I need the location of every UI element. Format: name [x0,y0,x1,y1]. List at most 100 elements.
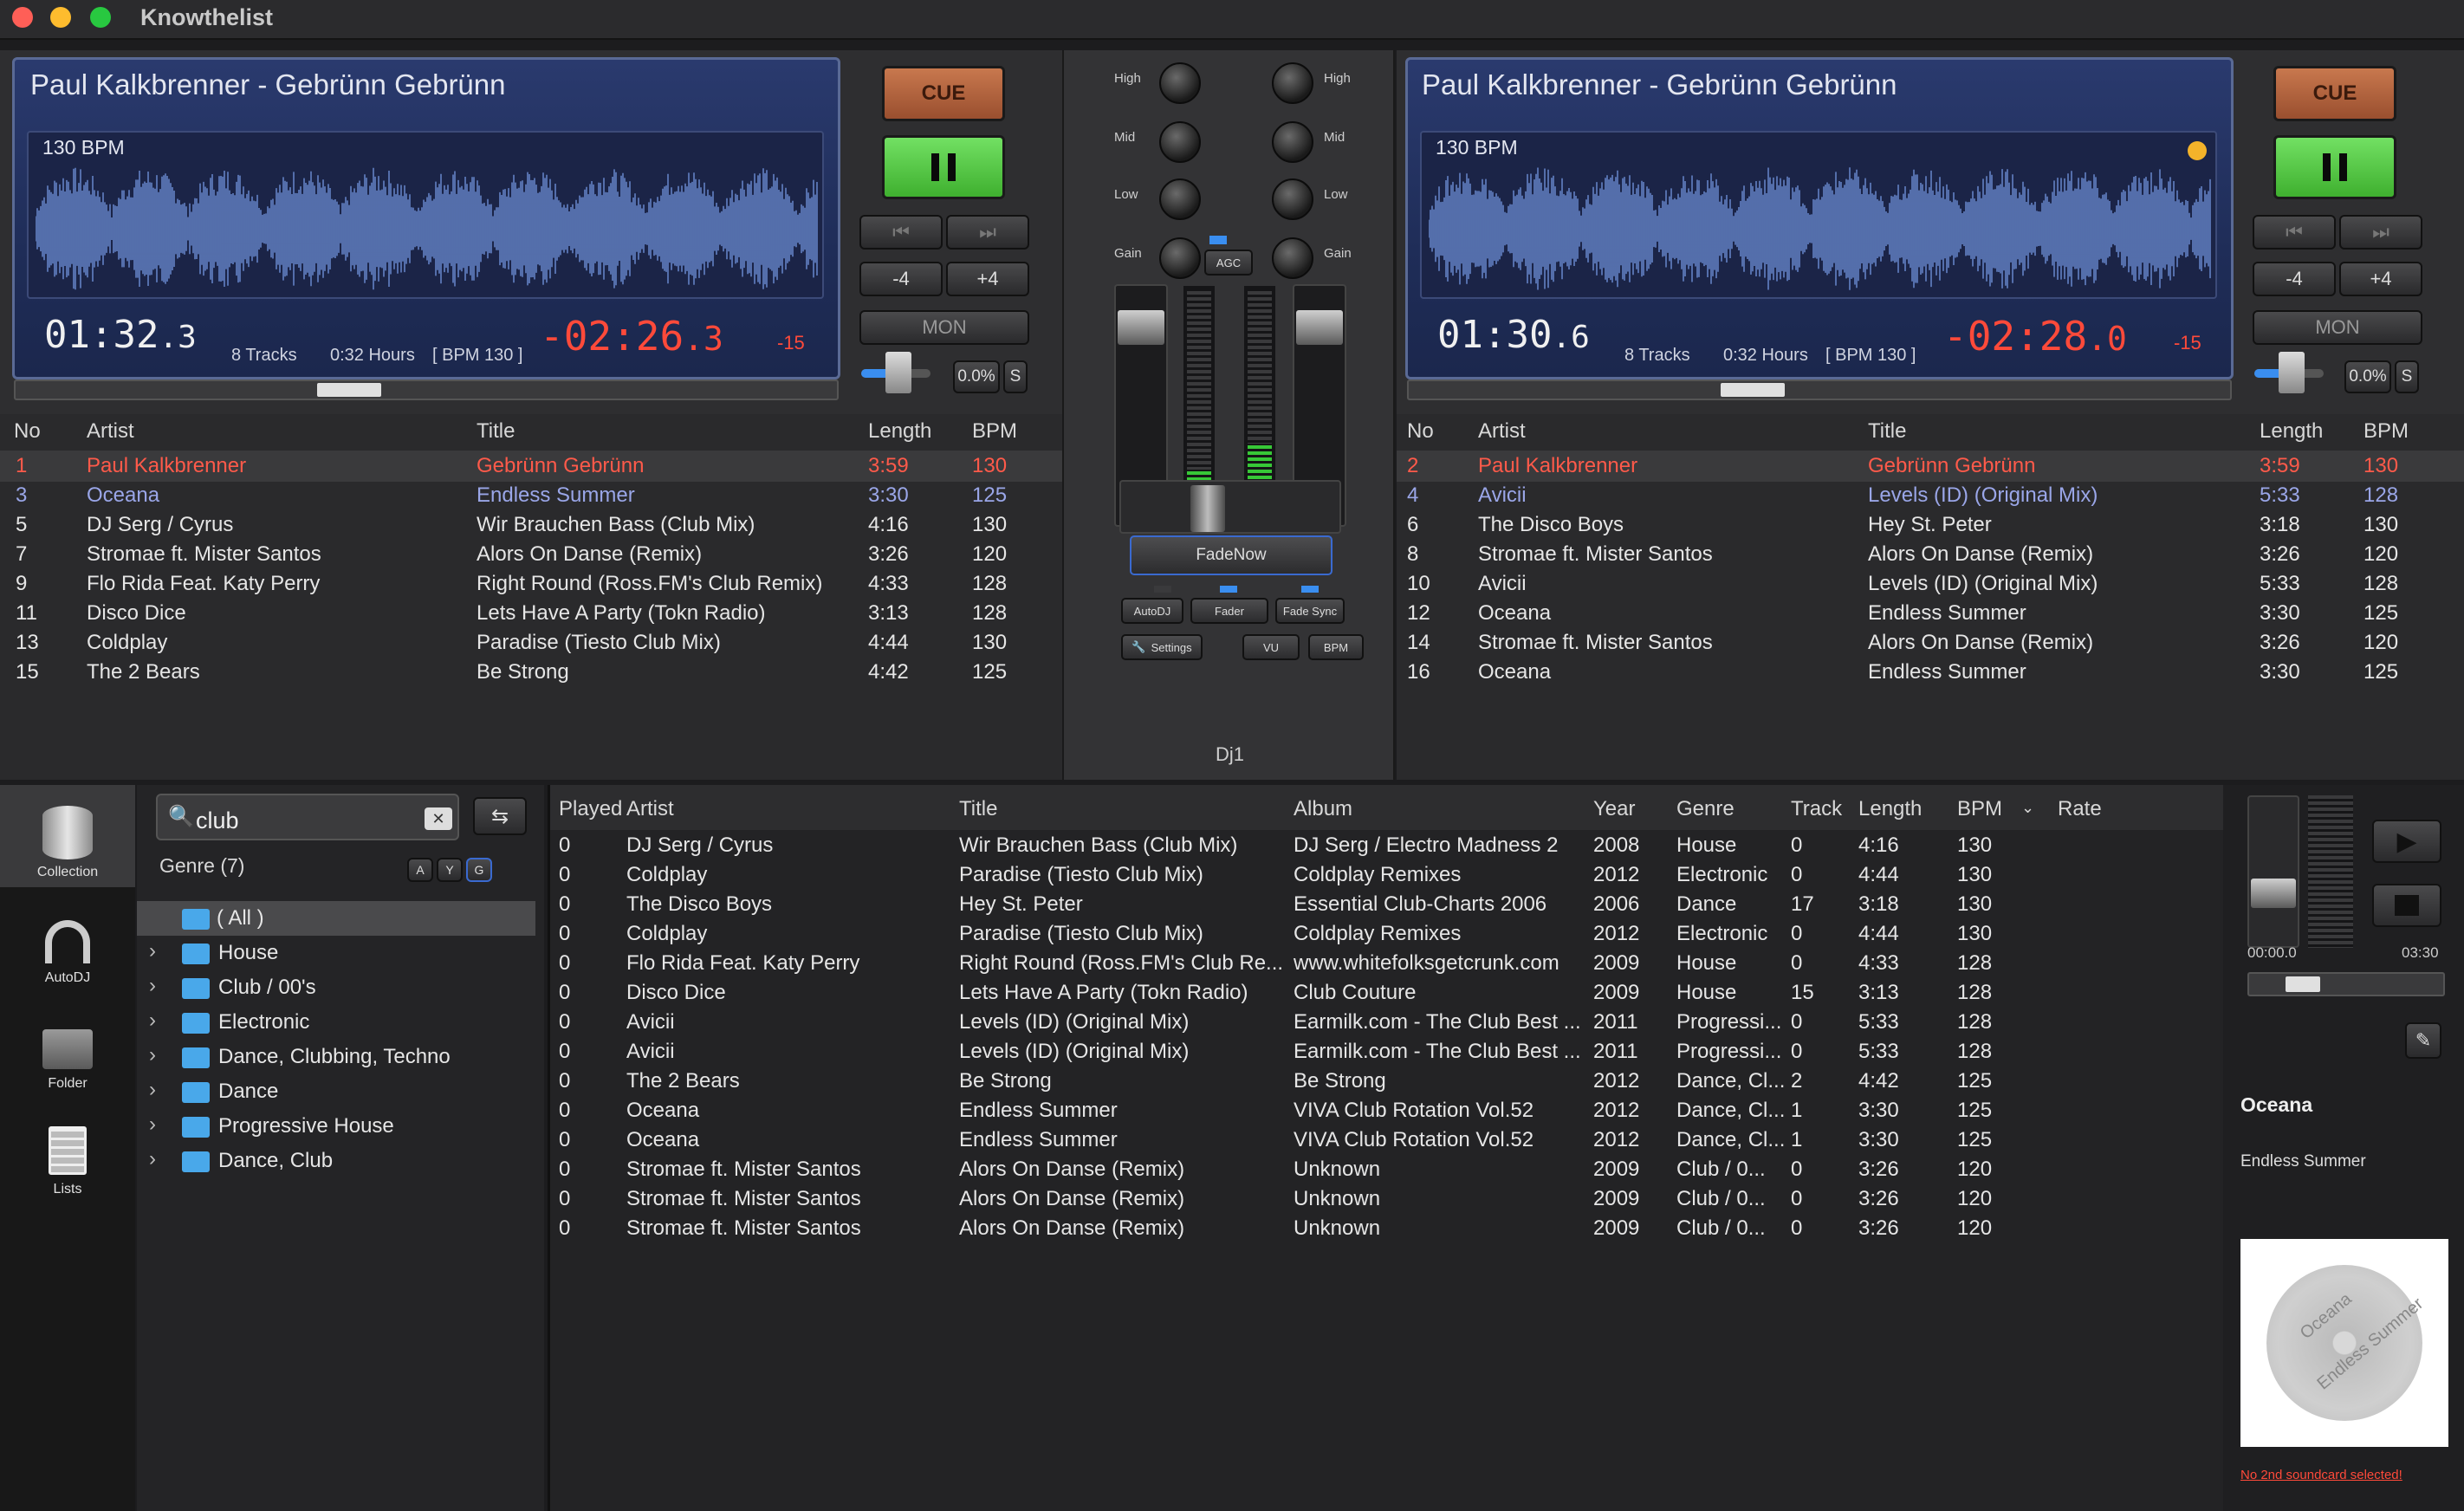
deck-1-pause-button[interactable] [882,135,1005,199]
deck-1-sync-button[interactable]: S [1003,360,1028,393]
ch1-mid-knob[interactable] [1159,121,1201,163]
col-length[interactable]: Length [2260,419,2323,444]
playlist-row[interactable]: 8 Stromae ft. Mister Santos Alors On Danse… [1397,542,2454,572]
preview-pick-button[interactable]: ✎ [2405,1022,2441,1059]
sidebar-item-autodj[interactable]: AutoDJ [0,891,135,993]
shuffle-button[interactable]: ⇆ [473,797,527,835]
sidebar-item-lists[interactable]: Lists [0,1102,135,1204]
col-rate[interactable]: Rate [2058,797,2102,821]
col-length[interactable]: Length [868,419,931,444]
preview-position-scrollbar[interactable] [2247,972,2445,996]
genre-item[interactable]: › Progressive House [137,1109,535,1144]
deck-1-waveform[interactable]: 130 BPM [27,131,824,299]
col-no[interactable]: No [14,419,41,444]
ch2-low-knob[interactable] [1272,178,1313,220]
clear-search-icon[interactable]: ✕ [425,807,452,830]
playlist-row[interactable]: 6 The Disco Boys Hey St. Peter 3:18 130 [1397,513,2454,542]
deck-1-pitch-minus-button[interactable]: -4 [859,262,943,296]
scrollbar-thumb[interactable] [1721,383,1785,397]
genre-item[interactable]: › Dance, Club [137,1144,535,1178]
playlist-row[interactable]: 15 The 2 Bears Be Strong 4:42 125 [0,660,1057,690]
sort-g-button[interactable]: G [466,858,492,882]
col-album[interactable]: Album [1294,797,1352,821]
scrollbar-thumb[interactable] [317,383,381,397]
bpm-button[interactable]: BPM [1308,634,1364,660]
col-bpm[interactable]: BPM [1957,797,2002,821]
preview-play-button[interactable]: ▶ [2372,820,2441,863]
chevron-right-icon[interactable]: › [149,1043,156,1067]
col-no[interactable]: No [1407,419,1434,444]
genre-item[interactable]: › Electronic [137,1005,535,1040]
preview-volume-slider[interactable] [2247,795,2299,948]
agc-button[interactable]: AGC [1204,250,1253,276]
sort-y-button[interactable]: Y [437,858,463,882]
crossfader[interactable] [1119,480,1341,534]
scrollbar-thumb[interactable] [2286,976,2320,992]
library-row[interactable]: 0 Oceana Endless Summer VIVA Club Rotation … [550,1128,2222,1158]
slider-handle[interactable] [885,352,911,393]
deck-1-position-scrollbar[interactable] [14,379,839,400]
vu-button[interactable]: VU [1242,634,1300,660]
deck-1-pitch-slider[interactable] [861,352,930,393]
library-row[interactable]: 0 Avicii Levels (ID) (Original Mix) Earmilk… [550,1040,2222,1069]
deck-2-next-button[interactable]: ⏭ [2339,215,2422,250]
settings-button[interactable]: 🔧 Settings [1121,634,1203,660]
col-track[interactable]: Track [1791,797,1842,821]
col-bpm[interactable]: BPM [972,419,1017,444]
genre-item[interactable]: › Dance [137,1074,535,1109]
close-window-button[interactable] [12,7,33,28]
playlist-row[interactable]: 1 Paul Kalkbrenner Gebrünn Gebrünn 3:59 130 [0,454,1057,483]
ch2-gain-knob[interactable] [1272,237,1313,279]
library-row[interactable]: 0 Stromae ft. Mister Santos Alors On Danse… [550,1187,2222,1216]
deck-2-monitor-button[interactable]: MON [2253,310,2422,345]
search-field[interactable]: 🔍 club ✕ [156,794,459,840]
chevron-right-icon[interactable]: › [149,1147,156,1171]
chevron-right-icon[interactable]: › [149,1112,156,1137]
sidebar-item-folder[interactable]: Folder [0,996,135,1099]
deck-1-pitch-plus-button[interactable]: +4 [946,262,1029,296]
playlist-row[interactable]: 14 Stromae ft. Mister Santos Alors On Dans… [1397,631,2454,660]
playlist-row[interactable]: 9 Flo Rida Feat. Katy Perry Right Round (R… [0,572,1057,601]
deck-2-position-scrollbar[interactable] [1407,379,2232,400]
sort-a-button[interactable]: A [407,858,433,882]
preview-stop-button[interactable] [2372,884,2441,927]
deck-2-pitch-plus-button[interactable]: +4 [2339,262,2422,296]
playlist-row[interactable]: 13 Coldplay Paradise (Tiesto Club Mix) 4:44… [0,631,1057,660]
library-row[interactable]: 0 The 2 Bears Be Strong Be Strong 2012 Dance,… [550,1069,2222,1099]
deck-2-cue-button[interactable]: CUE [2273,66,2396,121]
deck-2-pitch-minus-button[interactable]: -4 [2253,262,2336,296]
deck-1-monitor-button[interactable]: MON [859,310,1029,345]
col-year[interactable]: Year [1593,797,1636,821]
deck-1-next-button[interactable]: ⏭ [946,215,1029,250]
library-row[interactable]: 0 Disco Dice Lets Have A Party (Tokn Radio… [550,981,2222,1010]
chevron-right-icon[interactable]: › [149,1078,156,1102]
deck-2-waveform[interactable]: 130 BPM [1420,131,2217,299]
col-artist[interactable]: Artist [1478,419,1526,444]
playlist-row[interactable]: 11 Disco Dice Lets Have A Party (Tokn Radi… [0,601,1057,631]
ch1-gain-knob[interactable] [1159,237,1201,279]
playlist-row[interactable]: 4 Avicii Levels (ID) (Original Mix) 5:33 128 [1397,483,2454,513]
fader-handle[interactable] [1118,310,1164,345]
deck-2-previous-button[interactable]: ⏮ [2253,215,2336,250]
playlist-row[interactable]: 2 Paul Kalkbrenner Gebrünn Gebrünn 3:59 130 [1397,454,2454,483]
fader-handle[interactable] [1296,310,1343,345]
soundcard-warning[interactable]: No 2nd soundcard selected! [2240,1468,2402,1482]
ch1-low-knob[interactable] [1159,178,1201,220]
crossfader-handle[interactable] [1190,485,1225,532]
library-row[interactable]: 0 Stromae ft. Mister Santos Alors On Danse… [550,1216,2222,1246]
deck-2-pitch-slider[interactable] [2254,352,2324,393]
slider-handle[interactable] [2251,879,2296,908]
ch2-mid-knob[interactable] [1272,121,1313,163]
chevron-right-icon[interactable]: › [149,974,156,998]
library-row[interactable]: 0 Flo Rida Feat. Katy Perry Right Round (R… [550,951,2222,981]
col-genre[interactable]: Genre [1676,797,1735,821]
library-row[interactable]: 0 The Disco Boys Hey St. Peter Essential Cl… [550,892,2222,922]
library-row[interactable]: 0 DJ Serg / Cyrus Wir Brauchen Bass (Club … [550,833,2222,863]
slider-handle[interactable] [2279,352,2305,393]
library-row[interactable]: 0 Coldplay Paradise (Tiesto Club Mix) Coldp… [550,922,2222,951]
col-artist[interactable]: Artist [87,419,134,444]
col-artist[interactable]: Artist [626,797,674,821]
playlist-row[interactable]: 10 Avicii Levels (ID) (Original Mix) 5:33 12… [1397,572,2454,601]
search-input[interactable]: club [196,807,239,834]
genre-item[interactable]: › Club / 00's [137,970,535,1005]
